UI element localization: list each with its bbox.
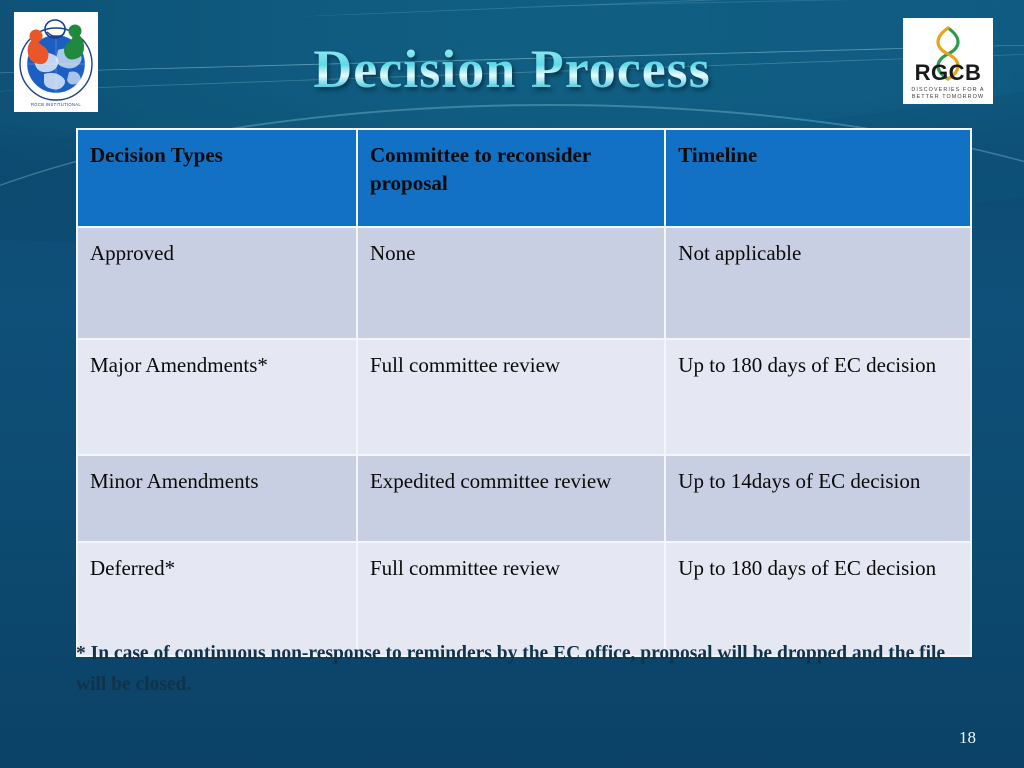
cell-timeline: Up to 180 days of EC decision [666,340,970,454]
table-row: Approved None Not applicable [78,228,970,338]
cell-decision-type: Minor Amendments [78,456,356,541]
slide-title: Decision Process [0,42,1024,96]
table-row: Minor Amendments Expedited committee rev… [78,456,970,541]
column-header-decision-types: Decision Types [78,130,356,226]
slide: RGCB INSTITUTIONAL RGCB DISCOVERIES FOR … [0,0,1024,768]
svg-text:RGCB INSTITUTIONAL: RGCB INSTITUTIONAL [31,102,81,107]
footnote-text: * In case of continuous non-response to … [76,643,946,696]
column-header-timeline: Timeline [666,130,970,226]
cell-timeline: Not applicable [666,228,970,338]
cell-timeline: Up to 14days of EC decision [666,456,970,541]
cell-decision-type: Approved [78,228,356,338]
cell-committee: Full committee review [357,340,665,454]
cell-decision-type: Major Amendments* [78,340,356,454]
table-row: Major Amendments* Full committee review … [78,340,970,454]
column-header-committee: Committee to reconsider proposal [357,130,665,226]
decision-process-table: Decision Types Committee to reconsider p… [76,128,972,657]
cell-committee: None [357,228,665,338]
cell-committee: Expedited committee review [357,456,665,541]
page-number: 18 [959,728,976,747]
table-header-row: Decision Types Committee to reconsider p… [78,130,970,226]
